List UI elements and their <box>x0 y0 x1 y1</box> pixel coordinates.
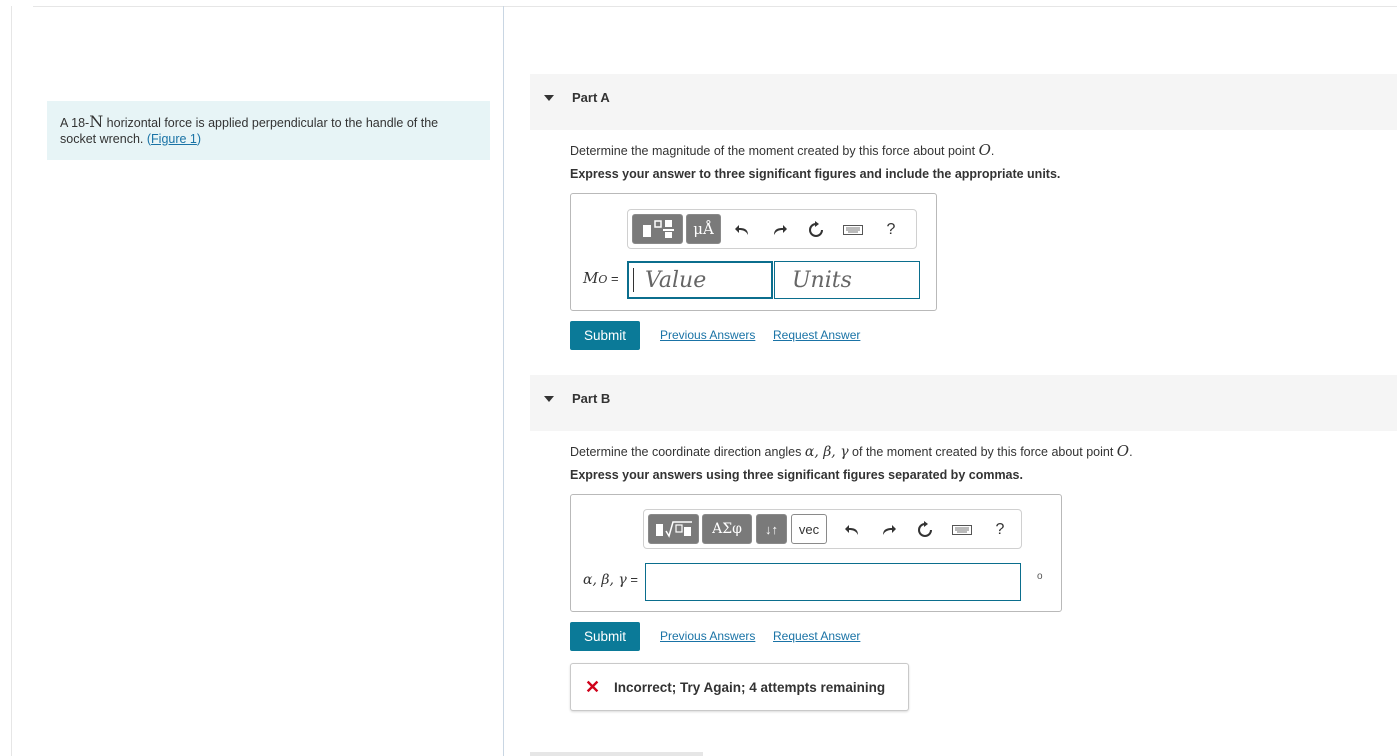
part-b-title: Part B <box>572 391 611 406</box>
label-equals: = <box>607 271 619 286</box>
templates-icon <box>642 220 674 238</box>
part-a-point: O <box>978 141 991 159</box>
redo-icon[interactable] <box>877 518 901 542</box>
part-b-header[interactable]: Part B <box>530 375 1397 431</box>
part-b-instruction: Express your answers using three signifi… <box>570 468 1023 482</box>
value-placeholder: Value <box>645 267 707 293</box>
part-b-question-prefix: Determine the coordinate direction angle… <box>570 445 805 459</box>
figure-paren-close: ) <box>196 132 202 146</box>
collapse-caret-icon[interactable] <box>544 95 554 101</box>
angles-input[interactable] <box>645 563 1021 601</box>
feedback-box: ✕ Incorrect; Try Again; 4 attempts remai… <box>570 663 909 711</box>
templates-button[interactable] <box>632 214 683 244</box>
part-b-question-suffix: . <box>1129 445 1133 459</box>
problem-text-after: horizontal force is applied perpendicula… <box>60 116 439 146</box>
degree-symbol: o <box>1037 571 1043 582</box>
undo-icon[interactable] <box>730 218 754 242</box>
redo-icon[interactable] <box>768 218 792 242</box>
part-a-answer-label: MO = <box>583 269 619 287</box>
column-divider <box>503 6 504 756</box>
part-a-toolbar: μÅ ? <box>627 209 917 249</box>
problem-text-before: A 18- <box>60 116 90 130</box>
feedback-message: Incorrect; Try Again; 4 attempts remaini… <box>614 680 886 695</box>
help-icon[interactable]: ? <box>988 518 1012 542</box>
undo-icon[interactable] <box>840 518 864 542</box>
part-a-title: Part A <box>572 90 610 105</box>
part-b-answer-box: ΑΣφ ↓↑ vec ? α, β, γ = <box>570 494 1062 612</box>
part-b-point: O <box>1116 442 1130 460</box>
part-a-answer-box: μÅ ? MO = Value Units <box>570 193 937 311</box>
collapse-caret-icon[interactable] <box>544 396 554 402</box>
units-input[interactable]: Units <box>774 261 920 299</box>
part-b-question-mid: of the moment created by this force abou… <box>848 445 1117 459</box>
part-b-answer-label: α, β, γ = <box>583 572 638 588</box>
part-b-submit-button[interactable]: Submit <box>570 622 640 651</box>
help-icon[interactable]: ? <box>879 218 903 242</box>
part-b-angles: α, β, γ <box>804 444 849 460</box>
radical-template-icon <box>655 521 692 538</box>
part-a-header[interactable]: Part A <box>530 74 1397 130</box>
units-placeholder: Units <box>792 267 852 293</box>
problem-statement: A 18-N horizontal force is applied perpe… <box>47 101 490 160</box>
part-a-request-answer-link[interactable]: Request Answer <box>773 328 860 342</box>
keyboard-icon[interactable] <box>950 518 974 542</box>
units-button[interactable]: μÅ <box>686 214 721 244</box>
reset-icon[interactable] <box>804 218 828 242</box>
top-border <box>33 6 1397 7</box>
part-b-toolbar: ΑΣφ ↓↑ vec ? <box>643 509 1022 549</box>
part-a-instruction: Express your answer to three significant… <box>570 167 1061 181</box>
vector-button[interactable]: vec <box>791 514 827 544</box>
greek-symbols-button[interactable]: ΑΣφ <box>702 514 752 544</box>
figure-link[interactable]: Figure 1 <box>151 132 197 146</box>
value-input[interactable]: Value <box>627 261 773 299</box>
part-a-submit-button[interactable]: Submit <box>570 321 640 350</box>
part-b-request-answer-link[interactable]: Request Answer <box>773 629 860 643</box>
part-b-previous-answers-link[interactable]: Previous Answers <box>660 629 755 643</box>
label-equals: = <box>626 572 638 587</box>
text-cursor <box>633 268 634 292</box>
label-angles: α, β, γ <box>583 572 627 588</box>
next-section-stub <box>530 752 703 756</box>
force-unit: N <box>89 112 104 131</box>
part-a-question: Determine the magnitude of the moment cr… <box>570 141 994 159</box>
part-a-question-suffix: . <box>990 144 995 158</box>
templates-button[interactable] <box>648 514 699 544</box>
incorrect-x-icon: ✕ <box>585 677 601 697</box>
left-border <box>11 6 12 756</box>
reset-icon[interactable] <box>913 518 937 542</box>
part-a-question-prefix: Determine the magnitude of the moment cr… <box>570 144 979 158</box>
label-m: M <box>583 269 599 287</box>
sort-button[interactable]: ↓↑ <box>756 514 787 544</box>
part-a-previous-answers-link[interactable]: Previous Answers <box>660 328 755 342</box>
part-b-question: Determine the coordinate direction angle… <box>570 442 1133 460</box>
keyboard-icon[interactable] <box>841 218 865 242</box>
